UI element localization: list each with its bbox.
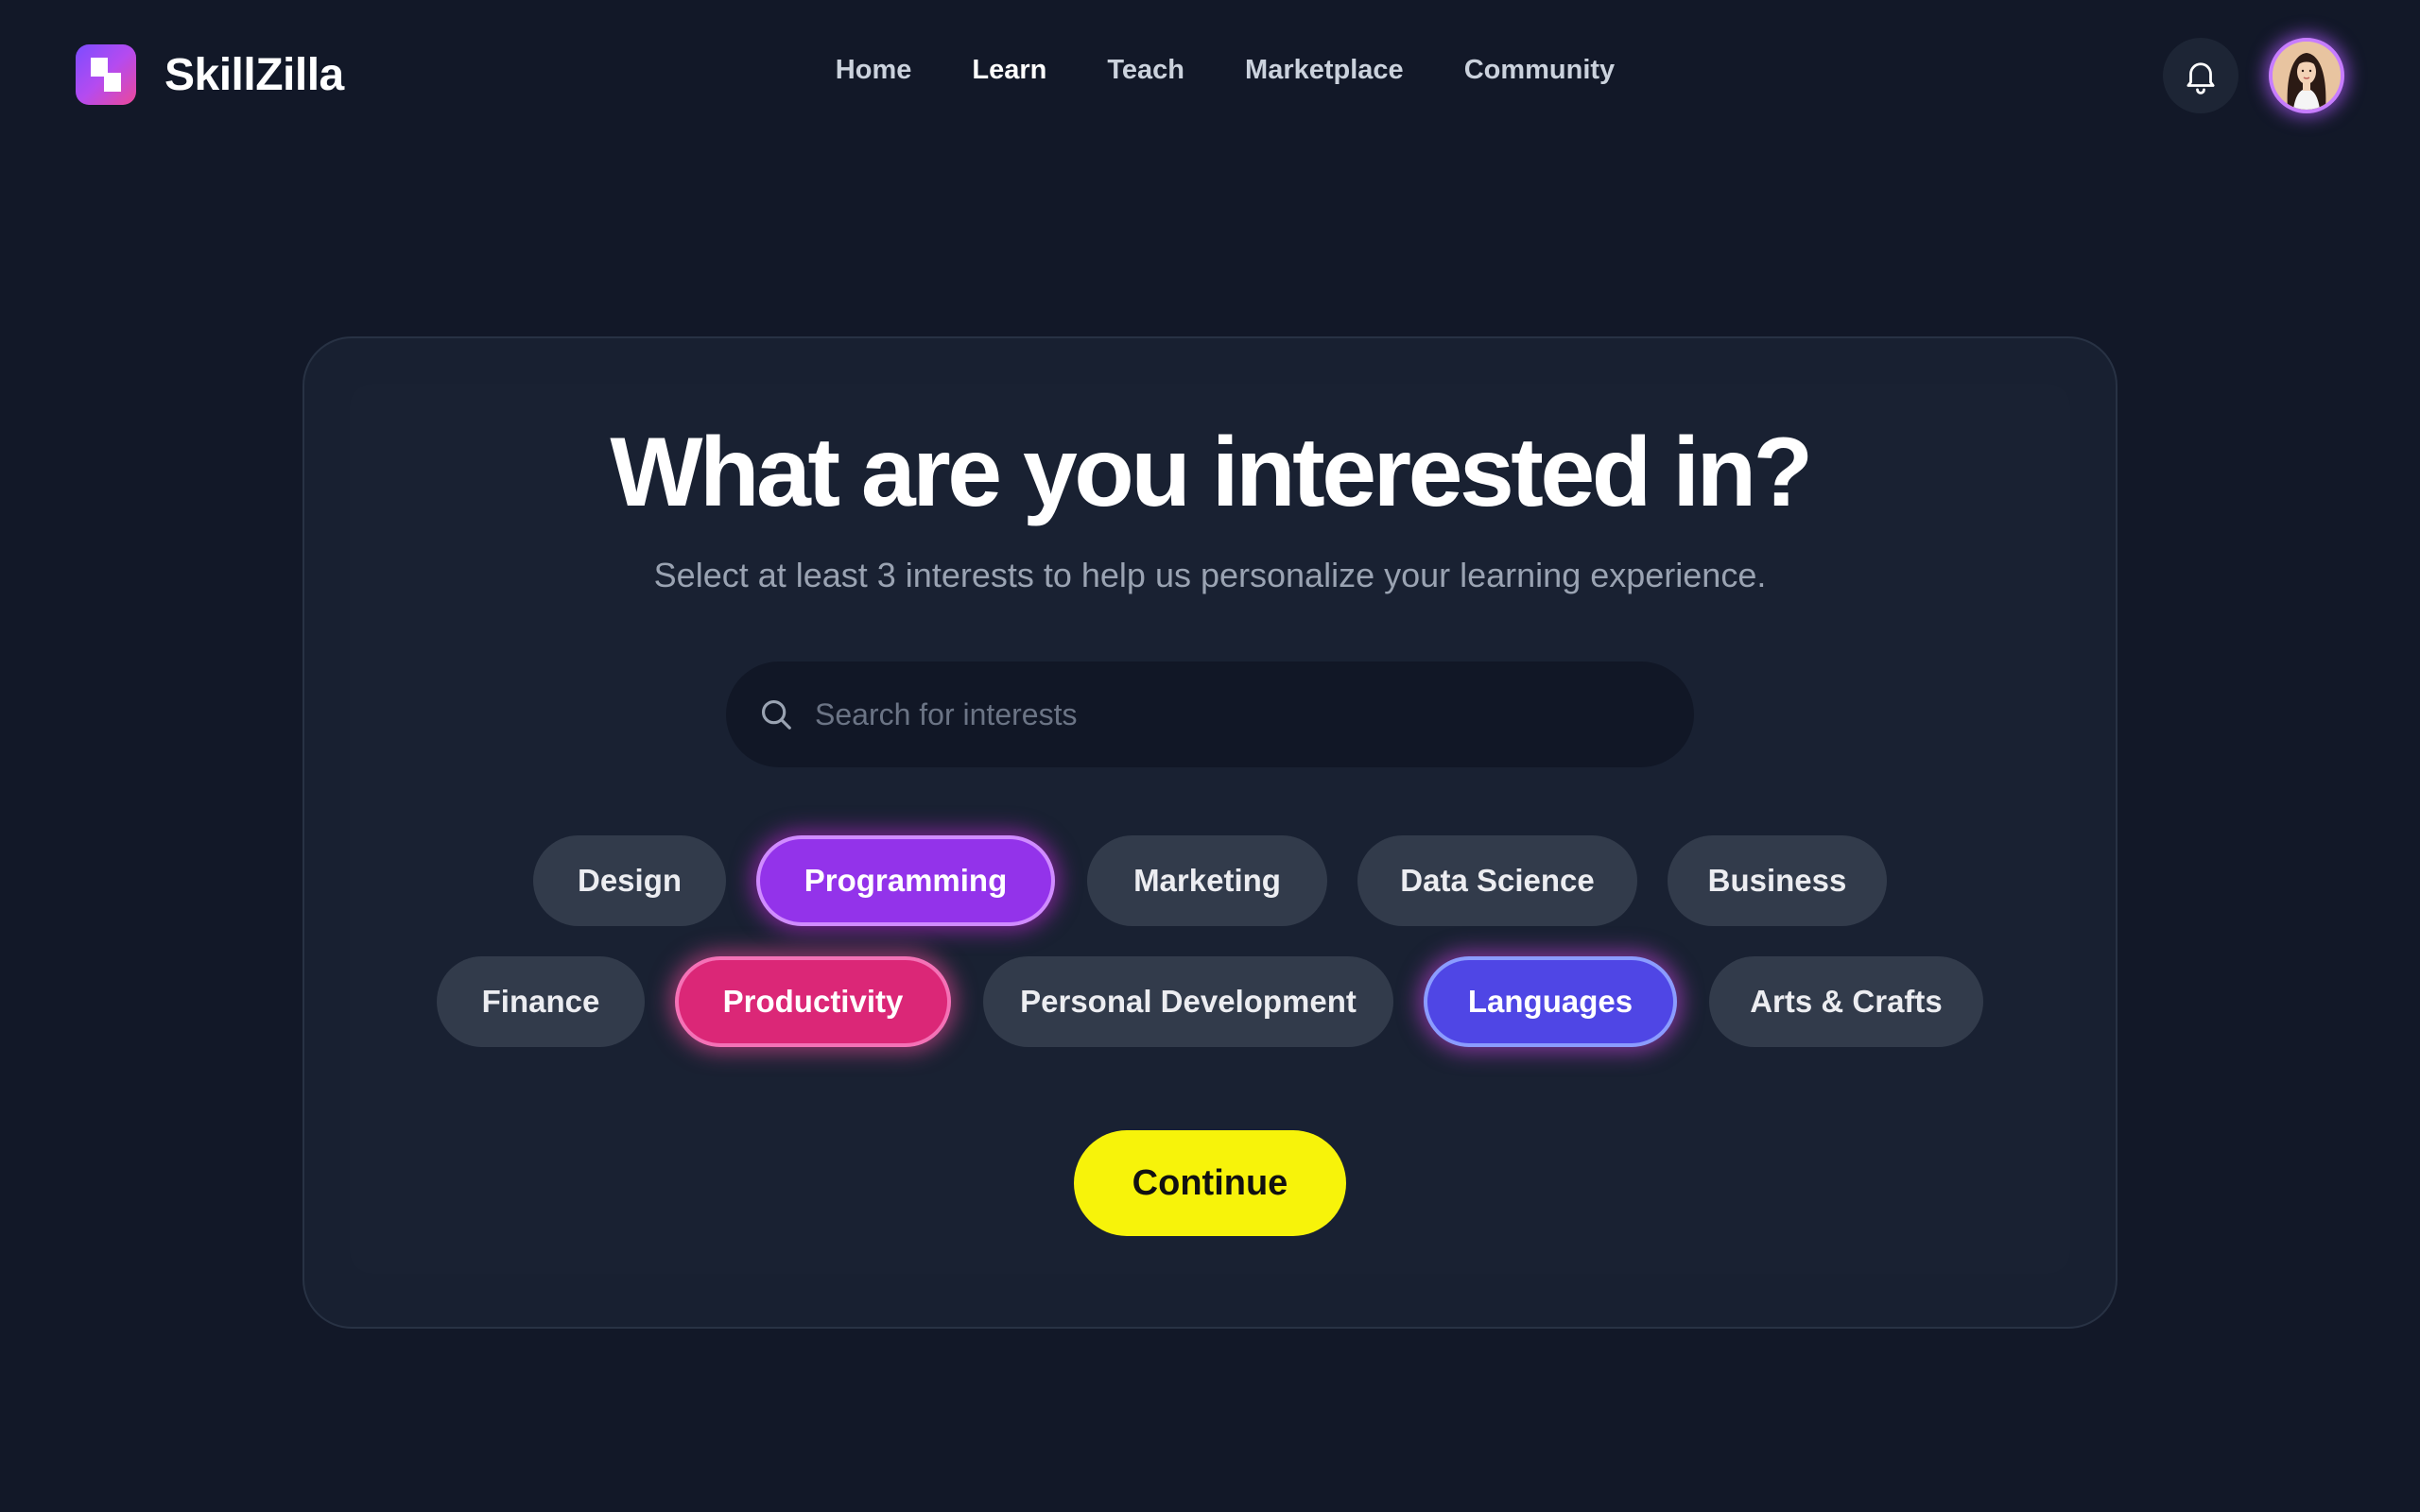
interest-chip-arts-crafts[interactable]: Arts & Crafts — [1709, 956, 1983, 1047]
interest-chip-business[interactable]: Business — [1668, 835, 1887, 926]
bell-icon — [2187, 62, 2215, 94]
interest-chip-finance[interactable]: Finance — [437, 956, 645, 1047]
interest-search[interactable] — [726, 662, 1694, 767]
interest-chip-marketing[interactable]: Marketing — [1087, 835, 1327, 926]
interest-chip-programming[interactable]: Programming — [756, 835, 1055, 926]
nav-item-home[interactable]: Home — [836, 55, 912, 86]
page-subtitle: Select at least 3 interests to help us p… — [653, 556, 1767, 594]
nav-item-teach[interactable]: Teach — [1107, 55, 1184, 86]
search-icon — [761, 699, 791, 730]
top-navigation-bar: SkillZilla Home Learn Teach Marketplace … — [0, 0, 2420, 151]
interest-chip-personal-development[interactable]: Personal Development — [983, 956, 1393, 1047]
user-avatar[interactable] — [2269, 38, 2344, 113]
main-nav: Home Learn Teach Marketplace Community — [0, 55, 2420, 86]
nav-item-marketplace[interactable]: Marketplace — [1245, 55, 1404, 86]
interest-chip-data-science[interactable]: Data Science — [1357, 835, 1637, 926]
interest-chip-design[interactable]: Design — [533, 835, 726, 926]
notifications-button[interactable] — [2163, 38, 2238, 113]
nav-item-community[interactable]: Community — [1464, 55, 1616, 86]
interest-chip-productivity[interactable]: Productivity — [675, 956, 951, 1047]
interest-chip-languages[interactable]: Languages — [1424, 956, 1677, 1047]
nav-item-learn[interactable]: Learn — [972, 55, 1046, 86]
search-input[interactable] — [815, 696, 1628, 732]
continue-button[interactable]: Continue — [1074, 1130, 1346, 1236]
page-title: What are you interested in? — [610, 418, 1813, 527]
